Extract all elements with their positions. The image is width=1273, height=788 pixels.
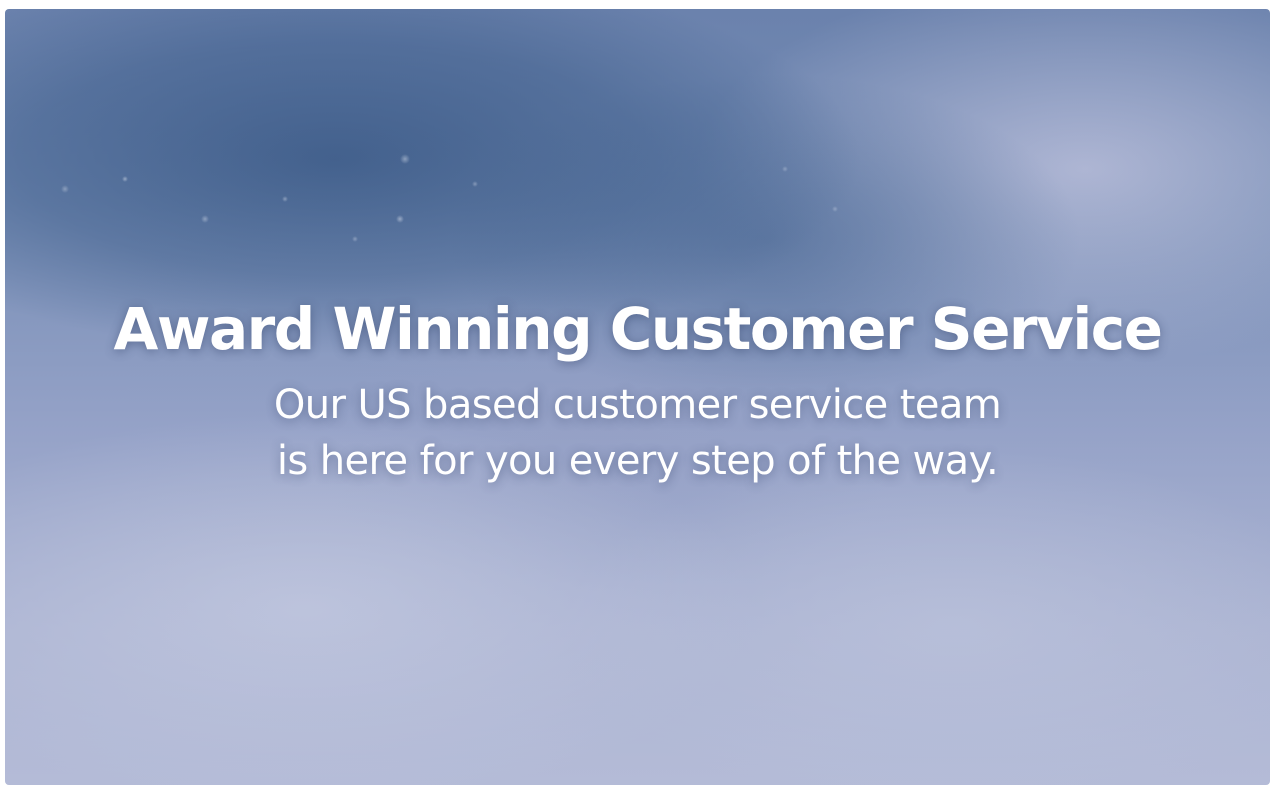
hero-subtitle-line-2: is here for you every step of the way.	[276, 438, 999, 484]
hero-banner: Award Winning Customer Service Our US ba…	[5, 9, 1270, 785]
hero-subtitle-line-1: Our US based customer service team	[273, 382, 1002, 428]
hero-title: Award Winning Customer Service	[113, 295, 1163, 363]
hero-text-block: Award Winning Customer Service Our US ba…	[5, 287, 1270, 489]
hero-subtitle: Our US based customer service team is he…	[5, 377, 1270, 489]
